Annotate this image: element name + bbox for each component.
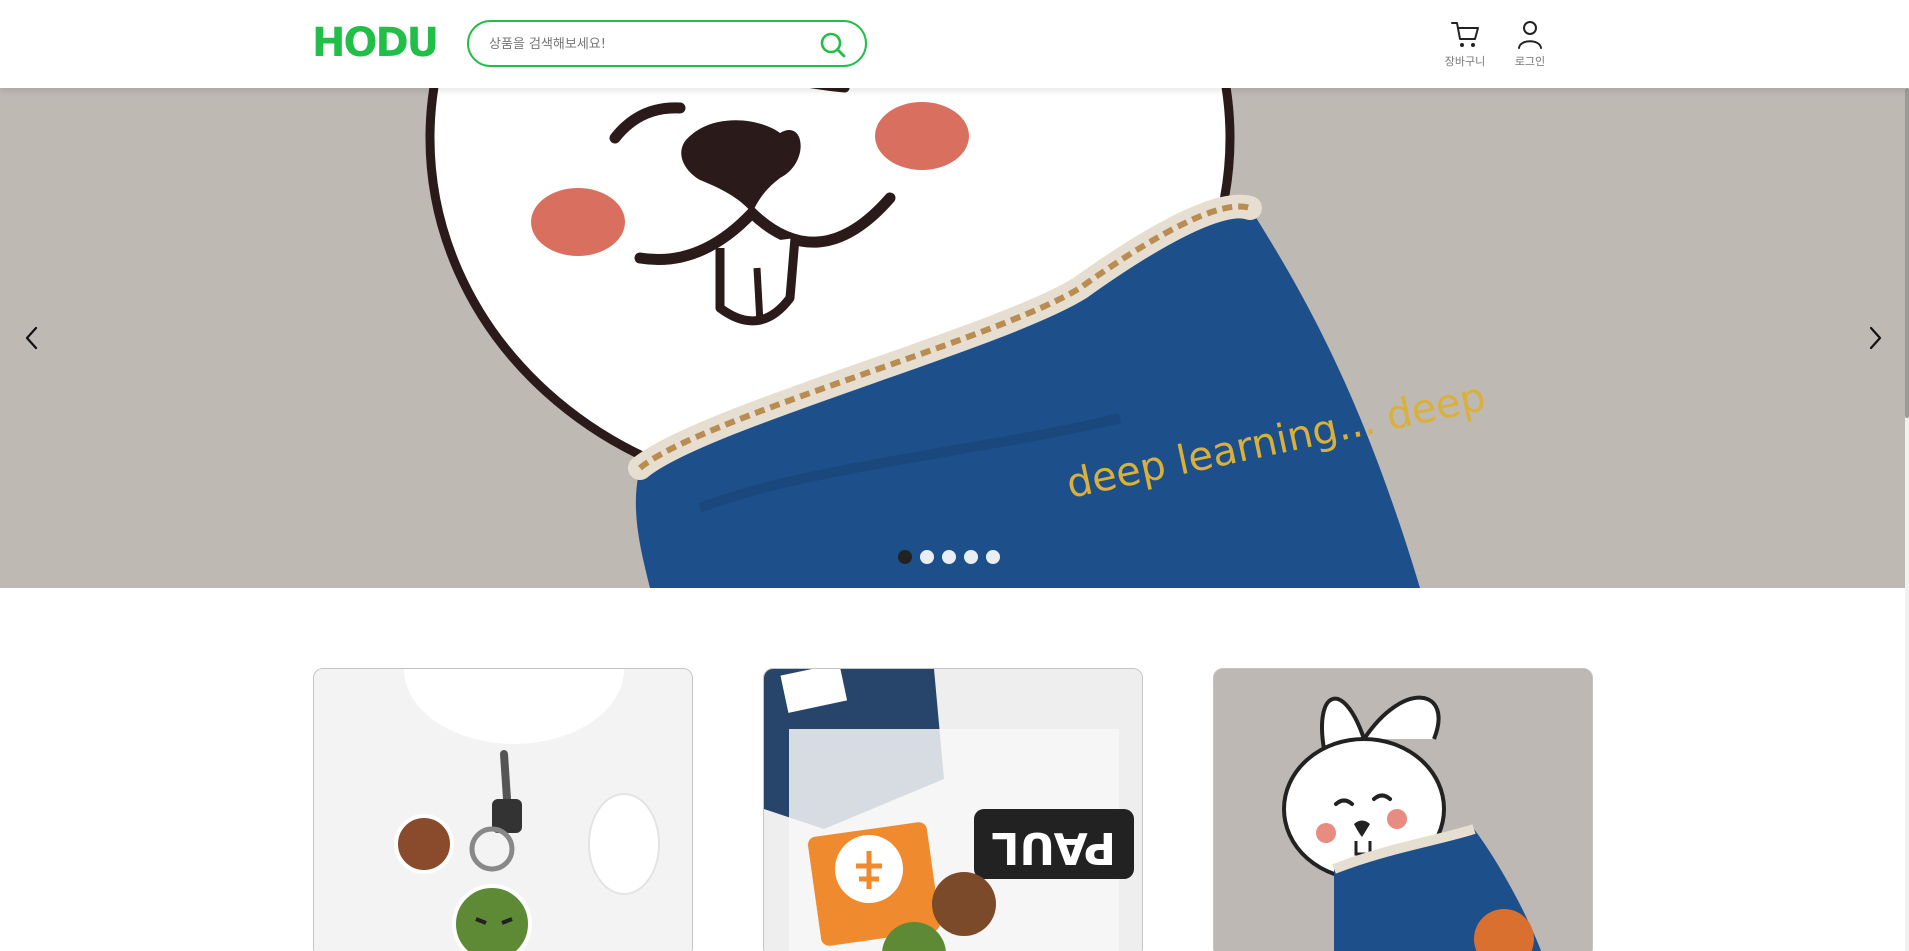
rabbit-plush-banner-image: deep learning... deep (425, 88, 1490, 588)
login-label: 로그인 (1514, 55, 1546, 68)
sticker-pack-product-image: PAUL (764, 669, 1142, 951)
chevron-left-icon (25, 326, 38, 350)
cart-button[interactable]: 장바구니 (1437, 18, 1493, 70)
site-header: HODU 장바구니 로그인 (0, 0, 1909, 88)
rabbit-plush-product-image (1214, 669, 1592, 951)
carousel-dot[interactable] (942, 550, 956, 564)
login-button[interactable]: 로그인 (1502, 18, 1558, 70)
carousel-dot[interactable] (986, 550, 1000, 564)
chevron-right-icon (1869, 326, 1882, 350)
search-button[interactable] (819, 31, 847, 59)
carousel-dot[interactable] (898, 550, 912, 564)
product-card[interactable]: PAUL (763, 668, 1143, 951)
hodu-logo-icon: HODU (312, 20, 439, 66)
carousel-dot[interactable] (920, 550, 934, 564)
shopping-cart-icon (1451, 22, 1479, 47)
hero-carousel: deep learning... deep (0, 88, 1905, 588)
cart-label: 장바구니 (1444, 55, 1486, 68)
carousel-indicators (898, 550, 1000, 564)
product-card[interactable] (1213, 668, 1593, 951)
product-card[interactable] (313, 668, 693, 951)
product-grid: PAUL (313, 668, 1593, 951)
user-icon (1518, 21, 1542, 49)
scrollbar-thumb[interactable] (1905, 88, 1909, 418)
svg-text:PAUL: PAUL (991, 822, 1116, 873)
carousel-next-button[interactable] (1855, 314, 1895, 362)
page-scrollbar[interactable] (1905, 0, 1909, 951)
carousel-dot[interactable] (964, 550, 978, 564)
search-bar (467, 20, 867, 67)
search-input[interactable] (489, 33, 809, 55)
logo[interactable]: HODU (312, 20, 439, 66)
keyring-product-image (314, 669, 692, 951)
carousel-prev-button[interactable] (12, 314, 52, 362)
search-icon (820, 32, 846, 58)
svg-text:HODU: HODU (312, 20, 437, 60)
